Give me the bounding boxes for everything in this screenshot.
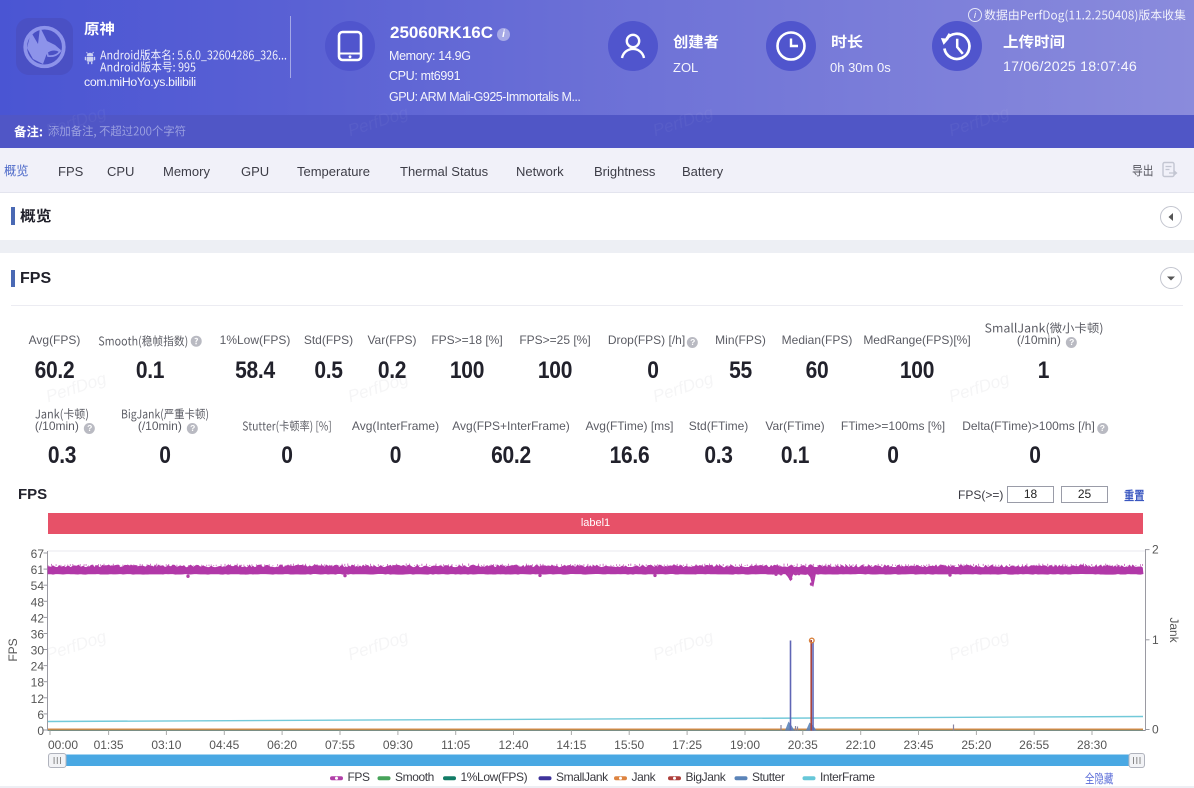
svg-text:28:30: 28:30 xyxy=(1077,738,1107,752)
svg-text:0: 0 xyxy=(1152,723,1159,737)
svg-text:BigJank: BigJank xyxy=(686,770,727,784)
svg-text:1%Low(FPS): 1%Low(FPS) xyxy=(461,770,528,784)
svg-text:48: 48 xyxy=(31,595,45,609)
svg-text:04:45: 04:45 xyxy=(209,738,239,752)
svg-text:Jank: Jank xyxy=(1167,617,1181,643)
svg-text:12:40: 12:40 xyxy=(498,738,528,752)
svg-text:42: 42 xyxy=(31,611,45,625)
svg-text:06:20: 06:20 xyxy=(267,738,297,752)
svg-text:6: 6 xyxy=(37,708,44,722)
svg-text:54: 54 xyxy=(31,579,45,593)
svg-text:19:00: 19:00 xyxy=(730,738,760,752)
svg-text:22:10: 22:10 xyxy=(846,738,876,752)
svg-text:18: 18 xyxy=(31,676,45,690)
svg-text:FPS: FPS xyxy=(348,770,371,784)
svg-text:24: 24 xyxy=(31,660,45,674)
svg-text:36: 36 xyxy=(31,628,45,642)
svg-text:Stutter: Stutter xyxy=(752,770,785,784)
svg-text:15:50: 15:50 xyxy=(614,738,644,752)
svg-text:14:15: 14:15 xyxy=(556,738,586,752)
svg-text:01:35: 01:35 xyxy=(94,738,124,752)
svg-text:Smooth: Smooth xyxy=(395,770,434,784)
svg-text:20:35: 20:35 xyxy=(788,738,818,752)
svg-text:12: 12 xyxy=(31,692,45,706)
svg-text:25:20: 25:20 xyxy=(961,738,991,752)
svg-text:09:30: 09:30 xyxy=(383,738,413,752)
svg-text:00:00: 00:00 xyxy=(48,738,78,752)
svg-text:07:55: 07:55 xyxy=(325,738,355,752)
svg-text:67: 67 xyxy=(31,547,45,561)
svg-text:1: 1 xyxy=(1152,633,1159,647)
svg-text:InterFrame: InterFrame xyxy=(820,770,875,784)
svg-text:26:55: 26:55 xyxy=(1019,738,1049,752)
svg-text:03:10: 03:10 xyxy=(151,738,181,752)
svg-text:FPS: FPS xyxy=(6,638,20,661)
svg-text:0: 0 xyxy=(37,724,44,738)
svg-text:17:25: 17:25 xyxy=(672,738,702,752)
svg-text:2: 2 xyxy=(1152,543,1159,557)
svg-text:61: 61 xyxy=(31,563,45,577)
svg-text:11:05: 11:05 xyxy=(441,738,470,752)
svg-text:SmallJank: SmallJank xyxy=(556,770,609,784)
svg-text:30: 30 xyxy=(31,644,45,658)
svg-text:Jank: Jank xyxy=(632,770,657,784)
svg-text:23:45: 23:45 xyxy=(903,738,933,752)
